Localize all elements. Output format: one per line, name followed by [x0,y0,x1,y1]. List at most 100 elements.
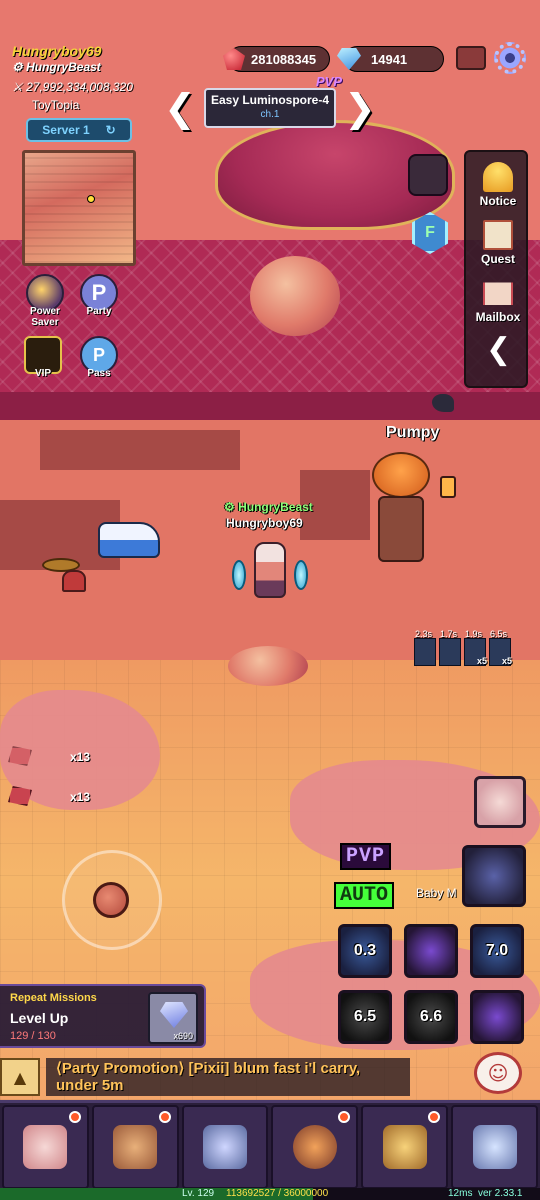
pass-label: Pass [87,368,111,379]
red-gem-counter[interactable]: 281088345 [223,46,330,72]
exp-status-bar: Lv. 129 113692527 / 36000000 12ms ver 2.… [0,1188,540,1200]
clipboard-icon [483,220,513,250]
buff-timer: 6.5s [490,629,508,639]
buff-bar: 2.3s 1.7s 1.9s x5 6.5s x5 [414,629,512,666]
pass-button[interactable]: P Pass [74,336,124,379]
mailbox-button[interactable]: Mailbox [466,278,530,324]
server-label: Server 1 [42,123,90,137]
skill-slot-4[interactable]: 6.5 [338,990,392,1044]
gear-icon[interactable] [494,42,526,74]
buff-stack: x5 [501,656,512,666]
guild-name-text: HungryBeast [26,60,101,74]
party-label: Party [86,306,112,317]
buff-timer: 1.7s [440,629,458,639]
notification-dot [158,1111,171,1123]
reward-quantity: x690 [173,1031,193,1041]
map-name: ToyTopia [32,98,80,112]
pvp-toggle[interactable]: PVP [340,843,392,870]
nav-shop-button[interactable] [451,1105,538,1189]
small-monster[interactable] [62,570,86,592]
joystick-knob[interactable] [93,882,129,918]
drop-count: x13 [70,750,91,764]
combat-power-value: 27,992,334,008,320 [26,80,133,94]
nav-codex-button[interactable] [361,1105,449,1189]
chevron-left-icon[interactable]: ❮ [164,88,196,128]
quest-button[interactable]: Quest [466,220,530,266]
pumpkin-npc[interactable] [368,444,434,564]
skill-cooldown: 6.6 [419,1008,443,1025]
shield-left-icon [232,560,246,590]
buff-icon: 6.5s x5 [489,629,512,666]
party-button[interactable]: P Party [74,274,124,317]
nav-inventory-button[interactable] [91,1105,179,1189]
chat-box[interactable]: ⟨Party Promotion⟩ [Pixii] blum fast i'l … [46,1058,410,1096]
buff-timer: 1.9s [465,629,483,639]
skill-slot-1[interactable]: 0.3 [338,924,392,978]
emote-button[interactable]: ☺ [474,1052,522,1094]
nav-equipment-button[interactable] [181,1105,269,1189]
notification-dot [338,1111,351,1123]
skill-cooldown: 6.5 [353,1008,377,1025]
chevron-right-icon[interactable]: ❯ [344,88,376,128]
diamond-value: 14941 [371,51,408,67]
shield-right-icon [294,560,308,590]
mission-header: Repeat Missions [10,992,97,1004]
backpack-icon [113,1125,158,1169]
carpet-edge [0,392,540,420]
dash-skill-button[interactable] [462,845,526,907]
ping-value: 12ms [448,1188,473,1199]
skill-slot-5[interactable]: 6.6 [404,990,458,1044]
sword-icon: ⚔ [12,80,23,94]
vip-label: VIP [34,368,52,379]
nav-character-button[interactable] [2,1105,89,1189]
version-label: ver 2.33.1 [478,1188,523,1199]
guild-emblem-icon: ⚙ [12,60,23,74]
hero-nameplate: Hungryboy69 [226,516,303,530]
side-menu: Notice Quest Mailbox ❮ [464,150,528,388]
diamond-icon [160,1002,188,1028]
vip-button[interactable]: VIP [18,336,68,379]
collapse-arrow-icon[interactable]: ❮ [486,332,511,367]
pet-portrait-button[interactable] [474,776,526,828]
pumpkin-head [372,452,430,498]
drop-count: x13 [70,790,91,804]
skill-slot-3[interactable]: 7.0 [470,924,524,978]
notice-button[interactable]: Notice [466,162,530,208]
stage-selector[interactable]: Easy Luminospore-4 ch.1 [204,88,336,128]
character-icon [23,1125,68,1169]
npc-nameplate[interactable]: Pumpy [386,424,439,442]
mission-progress: 129 / 130 [10,1030,56,1042]
server-select-button[interactable]: Server 1 ↻ [26,118,132,142]
mission-reward-button[interactable]: x690 [148,992,198,1044]
npc-body [378,496,424,562]
hero-guild-text: HungryBeast [238,500,313,514]
stage-title: Easy Luminospore-4 [210,93,330,107]
diamond-counter[interactable]: 14941 [337,46,444,72]
hero-guild-plate: ⚙ HungryBeast [224,500,313,514]
pvp-tag: PVP [316,74,343,89]
floor-shadow [40,430,240,470]
level-label: Lv. 129 [182,1188,215,1199]
minimap-player-marker [87,195,95,203]
minimap[interactable] [22,150,136,266]
envelope-icon [483,282,513,305]
power-saver-button[interactable]: Power Saver [20,274,70,328]
buff-icon: 2.3s [414,629,436,666]
wallet-icon[interactable] [456,46,486,70]
repeat-mission-panel[interactable]: Repeat Missions Level Up 129 / 130 x690 [0,984,206,1048]
bottom-nav [0,1100,540,1190]
mushroom-cluster [250,256,340,336]
book-icon [382,1125,427,1169]
crossed-swords-icon [203,1125,248,1169]
skill-slot-6[interactable] [470,990,524,1044]
chat-expand-button[interactable]: ▲ [0,1058,40,1096]
lantern-icon [440,476,456,498]
bell-icon [483,162,513,192]
nav-skills-button[interactable] [271,1105,359,1189]
stage-chapter: ch.1 [260,109,280,120]
skill-slot-2[interactable] [404,924,458,978]
player-name[interactable]: Hungryboy69 [12,43,101,59]
auto-toggle[interactable]: AUTO [334,882,395,909]
boss-marker-icon[interactable] [408,154,448,196]
quest-label: Quest [480,252,515,266]
